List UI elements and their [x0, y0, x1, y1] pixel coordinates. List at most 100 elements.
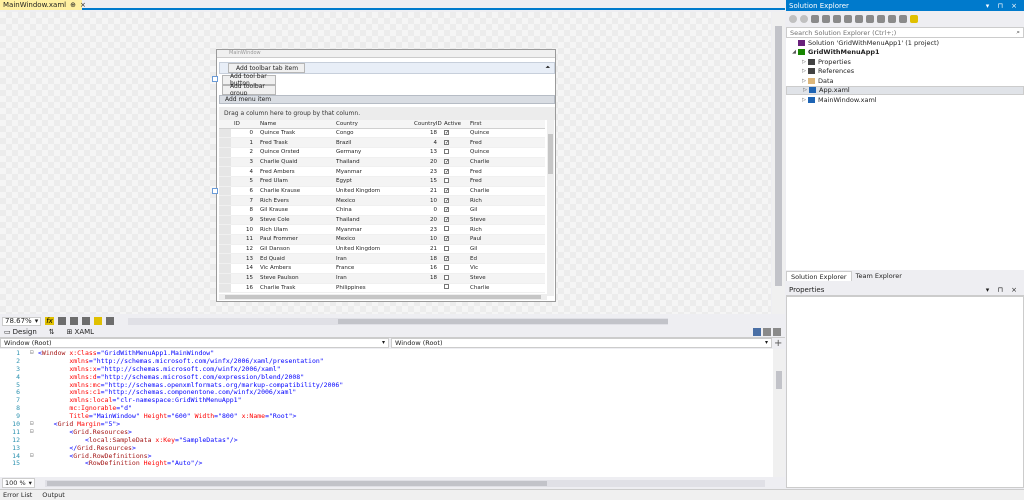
cell-active[interactable]: [441, 224, 467, 236]
cell-country[interactable]: Germany: [333, 147, 411, 158]
cell-country-id[interactable]: 21: [411, 244, 441, 255]
active-checkbox[interactable]: ✓: [444, 236, 449, 242]
cell-id[interactable]: 1: [231, 137, 257, 148]
cell-country-id[interactable]: 18: [411, 273, 441, 284]
cell-country-id[interactable]: 13: [411, 147, 441, 158]
row-header[interactable]: [219, 234, 231, 245]
cell-country-id[interactable]: 4: [411, 137, 441, 148]
cell-name[interactable]: Ed Quaid: [257, 253, 333, 265]
cell-country-id[interactable]: 21: [411, 186, 441, 197]
cell-id[interactable]: 0: [231, 128, 257, 139]
cell-first[interactable]: Fred: [467, 166, 545, 177]
cell-name[interactable]: Fred Trask: [257, 137, 333, 148]
cell-name[interactable]: Steve Paulson: [257, 273, 333, 284]
grid-horizontal-scrollbar[interactable]: [219, 294, 547, 300]
cell-first[interactable]: Paul: [467, 234, 545, 245]
row-header[interactable]: [219, 244, 231, 255]
column-header[interactable]: Country: [333, 120, 411, 129]
code-line[interactable]: 14 ⊟ < Grid.RowDefinitions >: [0, 452, 773, 460]
row-header[interactable]: [219, 147, 231, 158]
cell-id[interactable]: 4: [231, 166, 257, 177]
cell-country[interactable]: Egypt: [333, 176, 411, 187]
window-controls[interactable]: ▾ ⊓ ×: [986, 286, 1020, 294]
align-icon[interactable]: [105, 317, 114, 325]
table-row[interactable]: 14 Vic Ambers France 16 Vic: [219, 263, 545, 274]
cell-active[interactable]: [441, 263, 467, 274]
cell-country[interactable]: France: [333, 263, 411, 274]
designer-canvas[interactable]: MainWindow Add toolbar tab item ⏶ Add to…: [0, 12, 771, 314]
pending-changes-icon[interactable]: [833, 15, 841, 23]
cell-first[interactable]: Charlie: [467, 186, 545, 197]
element-selector-left[interactable]: Window (Root) ▾: [0, 338, 389, 348]
code-line[interactable]: 1 ⊟ < Window x:Class =" GridWithMenuApp1.Main…: [0, 349, 773, 357]
window-controls[interactable]: ▾ ⊓ ×: [986, 2, 1020, 10]
collapse-all-icon[interactable]: [866, 15, 874, 23]
cell-country-id[interactable]: 20: [411, 215, 441, 226]
show-all-files-icon[interactable]: [877, 15, 885, 23]
data-grid[interactable]: ID Name Country CountryID Active First 0…: [219, 120, 555, 296]
row-header[interactable]: [219, 253, 231, 265]
cell-country[interactable]: Thailand: [333, 215, 411, 226]
cell-active[interactable]: ✓: [441, 128, 467, 139]
tab-solution-explorer[interactable]: Solution Explorer: [786, 271, 852, 281]
tree-item[interactable]: Solution 'GridWithMenuApp1' (1 project): [786, 38, 1024, 48]
code-line[interactable]: 8 mc:Ignorable =" d ": [0, 404, 773, 412]
cell-country-id[interactable]: 18: [411, 128, 441, 139]
back-icon[interactable]: [789, 15, 797, 23]
scroll-thumb[interactable]: [337, 318, 668, 324]
cell-first[interactable]: Steve: [467, 273, 545, 284]
collapse-icon[interactable]: ⏶: [545, 64, 550, 72]
switch-views-icon[interactable]: [822, 15, 830, 23]
code-zoom-dropdown[interactable]: 100 % ▾: [2, 478, 35, 488]
code-line[interactable]: 3 xmlns:x =" http://schemas.microsoft.com/…: [0, 365, 773, 373]
cell-name[interactable]: Steve Cole: [257, 215, 333, 226]
code-line[interactable]: 12 < local:SampleData x:Key =" SampleDatas "…: [0, 436, 773, 444]
tab-xaml[interactable]: ⊞ XAML: [67, 328, 94, 336]
row-header[interactable]: [219, 176, 231, 187]
row-header[interactable]: [219, 224, 231, 236]
cell-name[interactable]: Gil Danson: [257, 244, 333, 255]
designer-horizontal-scrollbar[interactable]: [127, 317, 668, 325]
column-header[interactable]: CountryID: [411, 120, 442, 129]
element-selector-right[interactable]: Window (Root) ▾: [391, 338, 772, 348]
fold-toggle-icon[interactable]: ⊟: [30, 420, 38, 427]
cell-first[interactable]: Quince: [467, 147, 545, 158]
active-checkbox[interactable]: [444, 226, 449, 232]
scroll-thumb[interactable]: [46, 480, 547, 486]
cell-country[interactable]: United Kingdom: [333, 244, 411, 255]
grid-vertical-scrollbar[interactable]: [547, 120, 554, 296]
expand-arrow-icon[interactable]: ▷: [800, 59, 808, 65]
cell-country[interactable]: Myanmar: [333, 224, 411, 236]
cell-country[interactable]: China: [333, 205, 411, 216]
snap-lines-icon[interactable]: [93, 317, 102, 325]
cell-id[interactable]: 11: [231, 234, 257, 245]
cell-active[interactable]: ✓: [441, 157, 467, 168]
preview-icon[interactable]: [910, 15, 918, 23]
cell-first[interactable]: Charlie: [467, 283, 545, 294]
tree-item[interactable]: ▷ References: [786, 67, 1024, 77]
table-row[interactable]: 2 Quince Orsted Germany 13 Quince: [219, 147, 545, 158]
cell-name[interactable]: Fred Ambers: [257, 166, 333, 177]
expand-arrow-icon[interactable]: ▷: [801, 87, 809, 93]
cell-country-id[interactable]: 23: [411, 224, 441, 236]
table-row[interactable]: 10 Rich Ulam Myanmar 23 Rich: [219, 224, 545, 236]
row-header[interactable]: [219, 283, 231, 294]
cell-id[interactable]: 12: [231, 244, 257, 255]
cell-active[interactable]: [441, 176, 467, 187]
active-checkbox[interactable]: [444, 177, 449, 183]
solution-explorer-search[interactable]: Search Solution Explorer (Ctrl+;) ⌕: [786, 27, 1024, 38]
row-header[interactable]: [219, 195, 231, 206]
cell-first[interactable]: Rich: [467, 224, 545, 236]
active-checkbox[interactable]: ✓: [444, 129, 449, 135]
code-line[interactable]: 4 xmlns:d =" http://schemas.microsoft.com/…: [0, 373, 773, 381]
code-horizontal-scrollbar[interactable]: [44, 479, 765, 487]
cell-first[interactable]: Fred: [467, 176, 545, 187]
code-line[interactable]: 10 ⊟ < Grid Margin =" 5 ">: [0, 420, 773, 428]
grid-icon[interactable]: [57, 317, 66, 325]
code-vertical-scrollbar[interactable]: [773, 349, 785, 477]
cell-country[interactable]: Brazil: [333, 137, 411, 148]
column-header[interactable]: Active: [441, 120, 467, 129]
search-icon[interactable]: ⌕: [1016, 28, 1020, 37]
zoom-dropdown[interactable]: 78.67% ▾: [2, 316, 42, 326]
cell-first[interactable]: Charlie: [467, 157, 545, 168]
